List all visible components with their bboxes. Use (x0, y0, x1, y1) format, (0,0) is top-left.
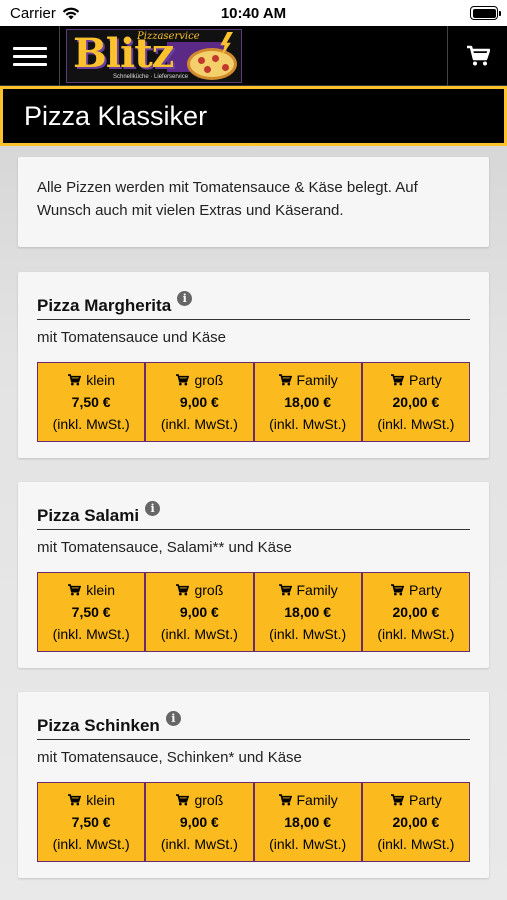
cart-icon (176, 374, 190, 386)
tax-note: (inkl. MwSt.) (377, 626, 455, 642)
product-card: Pizza Margherita i mit Tomatensauce und … (18, 272, 489, 458)
size-label: klein (86, 372, 116, 388)
info-icon[interactable]: i (177, 291, 193, 306)
product-card: Pizza Schinken i mit Tomatensauce, Schin… (18, 692, 489, 878)
app-header: Pizzaservice Blitz Schnellküche · Liefer… (0, 26, 507, 86)
cart-icon (278, 374, 292, 386)
product-name: Pizza Salami (37, 505, 140, 525)
size-label: groß (194, 582, 224, 598)
logo[interactable]: Pizzaservice Blitz Schnellküche · Liefer… (66, 29, 242, 83)
cart-icon (278, 794, 292, 806)
product-header: Pizza Salami i (37, 496, 470, 530)
price-value: 7,50 € (71, 394, 111, 410)
price-options: klein 7,50 € (inkl. MwSt.) groß 9,00 € (… (37, 362, 470, 442)
price-options: klein 7,50 € (inkl. MwSt.) groß 9,00 € (… (37, 782, 470, 862)
price-value: 20,00 € (392, 814, 440, 830)
price-value: 18,00 € (284, 814, 331, 830)
price-value: 18,00 € (284, 604, 331, 620)
price-button-party[interactable]: Party 20,00 € (inkl. MwSt.) (360, 573, 469, 651)
product-description: mit Tomatensauce und Käse (37, 329, 227, 346)
menu-button[interactable] (0, 26, 60, 86)
price-value: 9,00 € (179, 604, 219, 620)
tax-note: (inkl. MwSt.) (52, 626, 130, 642)
size-label: Party (409, 372, 442, 388)
size-label: groß (194, 372, 224, 388)
product-name: Pizza Margherita (37, 295, 172, 315)
tax-note: (inkl. MwSt.) (269, 626, 347, 642)
price-options: klein 7,50 € (inkl. MwSt.) groß 9,00 € (… (37, 572, 470, 652)
battery-icon (470, 6, 501, 20)
cart-icon (176, 584, 190, 596)
tax-note: (inkl. MwSt.) (52, 416, 130, 432)
price-button-gross[interactable]: groß 9,00 € (inkl. MwSt.) (144, 363, 253, 441)
price-value: 20,00 € (392, 604, 440, 620)
tax-note: (inkl. MwSt.) (269, 416, 347, 432)
price-button-gross[interactable]: groß 9,00 € (inkl. MwSt.) (144, 573, 253, 651)
hamburger-icon (12, 42, 47, 71)
logo-brand-main: Blitz (73, 30, 174, 77)
cart-icon (391, 584, 405, 596)
size-label: Party (409, 582, 442, 598)
size-label: Family (296, 792, 338, 808)
price-value: 9,00 € (179, 394, 219, 410)
size-label: klein (86, 792, 116, 808)
product-name: Pizza Schinken (37, 715, 160, 735)
tax-note: (inkl. MwSt.) (377, 416, 455, 432)
size-label: groß (194, 792, 224, 808)
price-button-family[interactable]: Family 18,00 € (inkl. MwSt.) (252, 573, 361, 651)
tax-note: (inkl. MwSt.) (52, 836, 130, 852)
cart-icon (176, 794, 190, 806)
clock: 10:40 AM (220, 5, 287, 22)
cart-icon (68, 374, 82, 386)
price-value: 7,50 € (71, 814, 111, 830)
price-button-family[interactable]: Family 18,00 € (inkl. MwSt.) (252, 783, 361, 861)
price-button-party[interactable]: Party 20,00 € (inkl. MwSt.) (360, 363, 469, 441)
price-button-klein[interactable]: klein 7,50 € (inkl. MwSt.) (38, 363, 145, 441)
size-label: Party (409, 792, 442, 808)
size-label: Family (296, 582, 338, 598)
cart-icon (391, 374, 405, 386)
size-label: klein (86, 582, 116, 598)
logo-brand-sub: Schnellküche · Lieferservice (113, 74, 189, 80)
tax-note: (inkl. MwSt.) (160, 416, 238, 432)
product-list: Alle Pizzen werden mit Tomatensauce & Kä… (0, 146, 507, 878)
tax-note: (inkl. MwSt.) (160, 626, 238, 642)
category-intro: Alle Pizzen werden mit Tomatensauce & Kä… (18, 157, 489, 247)
price-button-klein[interactable]: klein 7,50 € (inkl. MwSt.) (38, 573, 145, 651)
tax-note: (inkl. MwSt.) (377, 836, 455, 852)
product-card: Pizza Salami i mit Tomatensauce, Salami*… (18, 482, 489, 668)
size-label: Family (296, 372, 338, 388)
page-title: Pizza Klassiker (24, 100, 208, 131)
price-button-gross[interactable]: groß 9,00 € (inkl. MwSt.) (144, 783, 253, 861)
cart-icon (391, 794, 405, 806)
tax-note: (inkl. MwSt.) (269, 836, 347, 852)
tax-note: (inkl. MwSt.) (160, 836, 238, 852)
price-value: 20,00 € (392, 394, 440, 410)
info-icon[interactable]: i (165, 711, 181, 726)
price-value: 18,00 € (284, 394, 331, 410)
cart-icon (68, 794, 82, 806)
price-button-family[interactable]: Family 18,00 € (inkl. MwSt.) (252, 363, 361, 441)
price-button-party[interactable]: Party 20,00 € (inkl. MwSt.) (360, 783, 469, 861)
cart-button[interactable] (447, 26, 507, 86)
price-button-klein[interactable]: klein 7,50 € (inkl. MwSt.) (38, 783, 145, 861)
info-icon[interactable]: i (145, 501, 161, 516)
status-bar: Carrier 10:40 AM (0, 0, 507, 26)
product-description: mit Tomatensauce, Salami** und Käse (37, 539, 292, 556)
cart-icon (278, 584, 292, 596)
cart-icon (68, 584, 82, 596)
price-value: 7,50 € (71, 604, 111, 620)
product-header: Pizza Schinken i (37, 706, 470, 740)
category-title-bar: Pizza Klassiker (0, 86, 507, 146)
cart-icon (466, 45, 490, 66)
product-description: mit Tomatensauce, Schinken* und Käse (37, 749, 302, 766)
price-value: 9,00 € (179, 814, 219, 830)
product-header: Pizza Margherita i (37, 286, 470, 320)
